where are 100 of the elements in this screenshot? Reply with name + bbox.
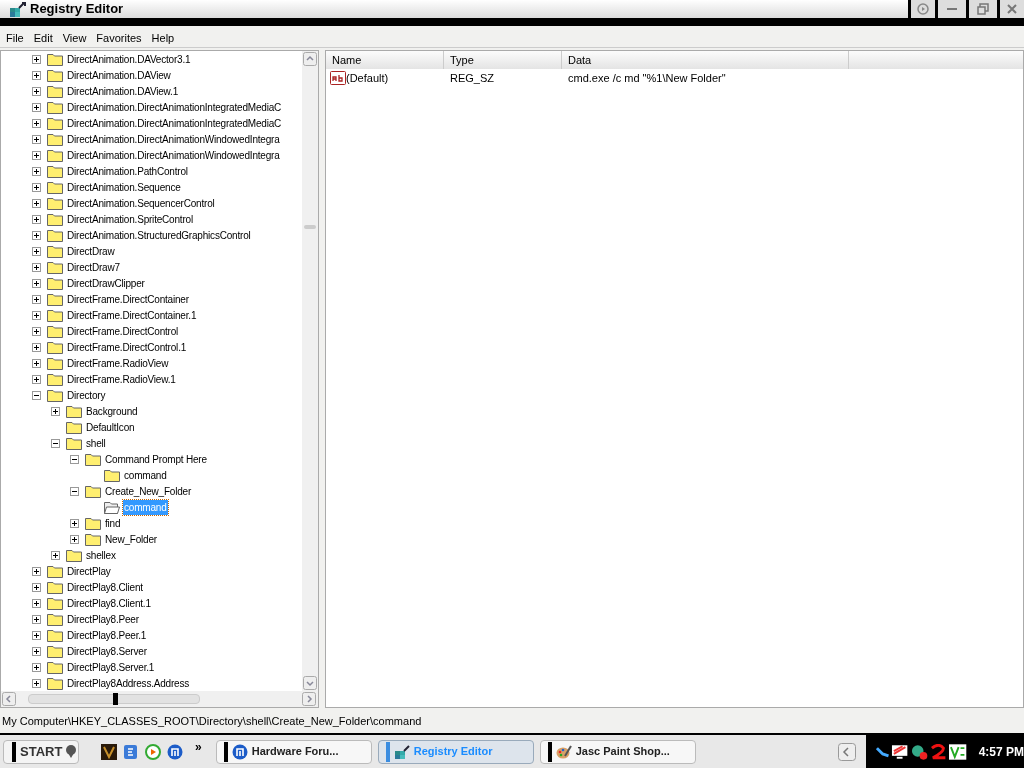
tree-item[interactable]: DirectAnimation.StructuredGraphicsControl (66, 227, 252, 243)
tree-item[interactable]: DirectFrame.DirectContainer (66, 291, 190, 307)
expand-icon[interactable] (32, 630, 41, 640)
globe-error-icon[interactable] (910, 743, 929, 760)
horizontal-scrollbar[interactable] (1, 691, 318, 708)
value-name[interactable]: (Default) (346, 69, 389, 87)
scroll-thumb[interactable] (28, 694, 200, 705)
tree-item[interactable]: DirectPlay8.Peer (66, 611, 140, 627)
tree-item[interactable]: DirectAnimation.DirectAnimationIntegratedMediaC (66, 99, 283, 115)
expand-icon[interactable] (51, 406, 60, 416)
column-header[interactable]: Name (326, 51, 444, 70)
scroll-thumb[interactable] (304, 225, 316, 230)
expand-icon[interactable] (32, 182, 41, 192)
more-chevron[interactable]: » (195, 737, 202, 756)
expand-icon[interactable] (32, 102, 41, 112)
expand-icon[interactable] (32, 246, 41, 256)
menu-item[interactable]: Favorites (91, 30, 147, 47)
expand-icon[interactable] (32, 310, 41, 320)
expand-icon[interactable] (32, 214, 41, 224)
restore-button[interactable] (969, 0, 997, 18)
tree-item[interactable]: Command Prompt Here (104, 451, 208, 467)
tree-item[interactable]: DirectAnimation.DAView (66, 67, 172, 83)
tree-item[interactable]: DefaultIcon (85, 419, 136, 435)
column-header[interactable]: Data (562, 51, 849, 70)
tree-item[interactable]: DirectAnimation.Sequence (66, 179, 182, 195)
expand-icon[interactable] (32, 262, 41, 272)
expand-icon[interactable] (70, 518, 79, 528)
expand-icon[interactable] (32, 374, 41, 384)
expand-icon[interactable] (32, 582, 41, 592)
expand-icon[interactable] (32, 358, 41, 368)
scroll-left-icon[interactable] (838, 742, 856, 761)
tree-item[interactable]: DirectPlay8Address.Address (66, 675, 191, 691)
tree-item[interactable]: DirectPlay8.Peer.1 (66, 627, 148, 643)
options-button[interactable] (911, 0, 935, 18)
scroll-up-icon[interactable] (303, 52, 317, 67)
tree-item[interactable]: DirectPlay (66, 563, 112, 579)
collapse-icon[interactable] (70, 486, 79, 496)
taskbar-button[interactable]: Hardware Foru... (215, 739, 372, 764)
tree-item[interactable]: DirectFrame.RadioView (66, 355, 170, 371)
tree-item[interactable]: New_Folder (104, 531, 158, 547)
tree-item[interactable]: DirectAnimation.PathControl (66, 163, 189, 179)
tree-item[interactable]: command (123, 467, 168, 483)
expand-icon[interactable] (32, 70, 41, 80)
tree-item[interactable]: Background (85, 403, 139, 419)
vertical-scrollbar[interactable] (302, 51, 318, 692)
collapse-icon[interactable] (32, 390, 41, 400)
tree-item[interactable]: DirectAnimation.DAView.1 (66, 83, 179, 99)
collapse-icon[interactable] (51, 438, 60, 448)
expand-icon[interactable] (32, 166, 41, 176)
media-player-icon[interactable] (145, 743, 161, 760)
start-button[interactable]: START (3, 739, 79, 764)
tree-item[interactable]: DirectAnimation.SpriteControl (66, 211, 194, 227)
scroll-left-icon[interactable] (2, 692, 16, 707)
tree-item[interactable]: DirectPlay8.Server.1 (66, 659, 156, 675)
expand-icon[interactable] (32, 646, 41, 656)
game-icon[interactable] (101, 743, 117, 760)
expand-icon[interactable] (32, 326, 41, 336)
expand-icon[interactable] (32, 294, 41, 304)
expand-icon[interactable] (32, 198, 41, 208)
vnc-icon[interactable] (949, 743, 967, 760)
tree-item[interactable]: DirectAnimation.DAVector3.1 (66, 51, 192, 67)
expand-icon[interactable] (32, 342, 41, 352)
tree-item[interactable]: find (104, 515, 122, 531)
tree-item[interactable]: DirectAnimation.SequencerControl (66, 195, 216, 211)
tree-item[interactable]: shellex (85, 547, 117, 563)
scroll-right-icon[interactable] (302, 692, 316, 707)
tree-item[interactable]: Create_New_Folder (104, 483, 193, 499)
expand-icon[interactable] (32, 278, 41, 288)
taskbar-button[interactable]: Jasc Paint Shop... (539, 739, 696, 764)
expand-icon[interactable] (32, 598, 41, 608)
close-button[interactable] (1000, 0, 1024, 18)
tree-item[interactable]: DirectFrame.RadioView.1 (66, 371, 177, 387)
tree-item[interactable]: DirectFrame.DirectControl (66, 323, 180, 339)
menu-item[interactable]: File (1, 30, 29, 47)
expand-icon[interactable] (70, 534, 79, 544)
tree-item[interactable]: DirectPlay8.Client (66, 579, 144, 595)
tree-item[interactable]: DirectAnimation.DirectAnimationIntegratedMediaC (66, 115, 283, 131)
menu-item[interactable]: View (57, 30, 92, 47)
expand-icon[interactable] (32, 150, 41, 160)
tree-item[interactable]: DirectDrawClipper (66, 275, 146, 291)
expand-icon[interactable] (32, 118, 41, 128)
tree-item[interactable]: DirectFrame.DirectContainer.1 (66, 307, 198, 323)
expand-icon[interactable] (32, 86, 41, 96)
menu-item[interactable]: Help (146, 30, 180, 47)
expand-icon[interactable] (32, 678, 41, 688)
expand-icon[interactable] (32, 134, 41, 144)
expand-icon[interactable] (32, 54, 41, 64)
tree-item[interactable]: DirectDraw (66, 243, 116, 259)
tree-item[interactable]: Directory (66, 387, 107, 403)
expand-icon[interactable] (32, 566, 41, 576)
expand-icon[interactable] (32, 614, 41, 624)
tree-item[interactable]: DirectAnimation.DirectAnimationWindowedIntegra (66, 147, 281, 163)
number-two-icon[interactable] (930, 743, 948, 760)
tree-item[interactable]: shell (85, 435, 107, 451)
tree-item[interactable]: DirectPlay8.Client.1 (66, 595, 152, 611)
tree-item[interactable]: DirectFrame.DirectControl.1 (66, 339, 188, 355)
tree-item[interactable]: DirectAnimation.DirectAnimationWindowedIntegra (66, 131, 281, 147)
menu-item[interactable]: Edit (28, 30, 58, 47)
column-header[interactable]: Type (444, 51, 562, 70)
expand-icon[interactable] (51, 550, 60, 560)
